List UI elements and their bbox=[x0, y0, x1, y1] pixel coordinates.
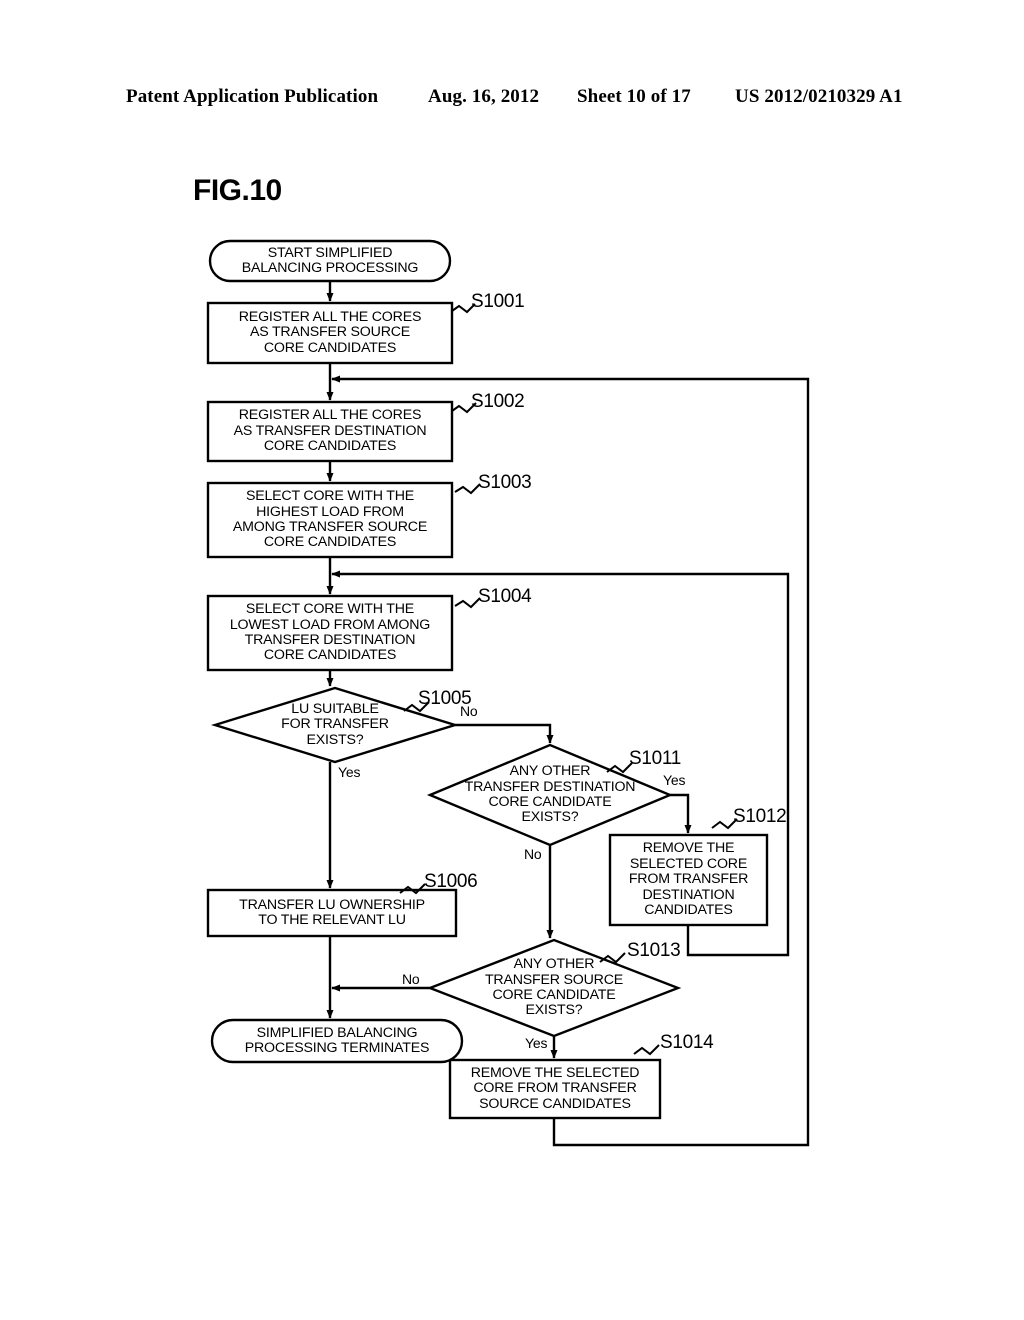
node-end-shape bbox=[210, 1018, 464, 1064]
branch-label-s1013-yes: Yes bbox=[525, 1035, 548, 1051]
edge-s1005-s1011 bbox=[455, 723, 554, 744]
node-s1006-shape bbox=[206, 888, 458, 938]
patent-drawing-sheet: Patent Application Publication Aug. 16, … bbox=[0, 0, 1024, 1320]
node-s1003-shape bbox=[206, 481, 454, 559]
step-label-s1003: S1003 bbox=[478, 472, 532, 493]
node-s1012-shape bbox=[608, 833, 769, 927]
leader-s1014 bbox=[633, 1044, 660, 1056]
leader-s1004 bbox=[454, 597, 481, 609]
branch-label-s1005-yes: Yes bbox=[338, 764, 361, 780]
step-label-s1012: S1012 bbox=[733, 806, 787, 827]
step-label-s1014: S1014 bbox=[660, 1032, 714, 1053]
leader-s1003 bbox=[454, 483, 481, 495]
node-s1004-shape bbox=[206, 594, 454, 672]
node-s1002-shape bbox=[206, 400, 454, 463]
flowchart-canvas bbox=[206, 239, 810, 1147]
step-label-s1006: S1006 bbox=[424, 871, 478, 892]
node-s1001-shape bbox=[206, 301, 454, 365]
node-start-shape bbox=[208, 239, 452, 283]
step-label-s1013: S1013 bbox=[627, 940, 681, 961]
branch-label-s1011-no: No bbox=[524, 846, 542, 862]
step-label-s1011: S1011 bbox=[629, 748, 682, 769]
node-s1014-shape bbox=[448, 1058, 662, 1120]
step-label-s1001: S1001 bbox=[471, 291, 525, 312]
branch-label-s1011-yes: Yes bbox=[663, 772, 686, 788]
step-label-s1002: S1002 bbox=[471, 391, 525, 412]
branch-label-s1013-no: No bbox=[402, 971, 420, 987]
step-label-s1004: S1004 bbox=[478, 586, 532, 607]
edge-s1011-s1012 bbox=[670, 793, 692, 834]
branch-label-s1005-no: No bbox=[460, 703, 478, 719]
